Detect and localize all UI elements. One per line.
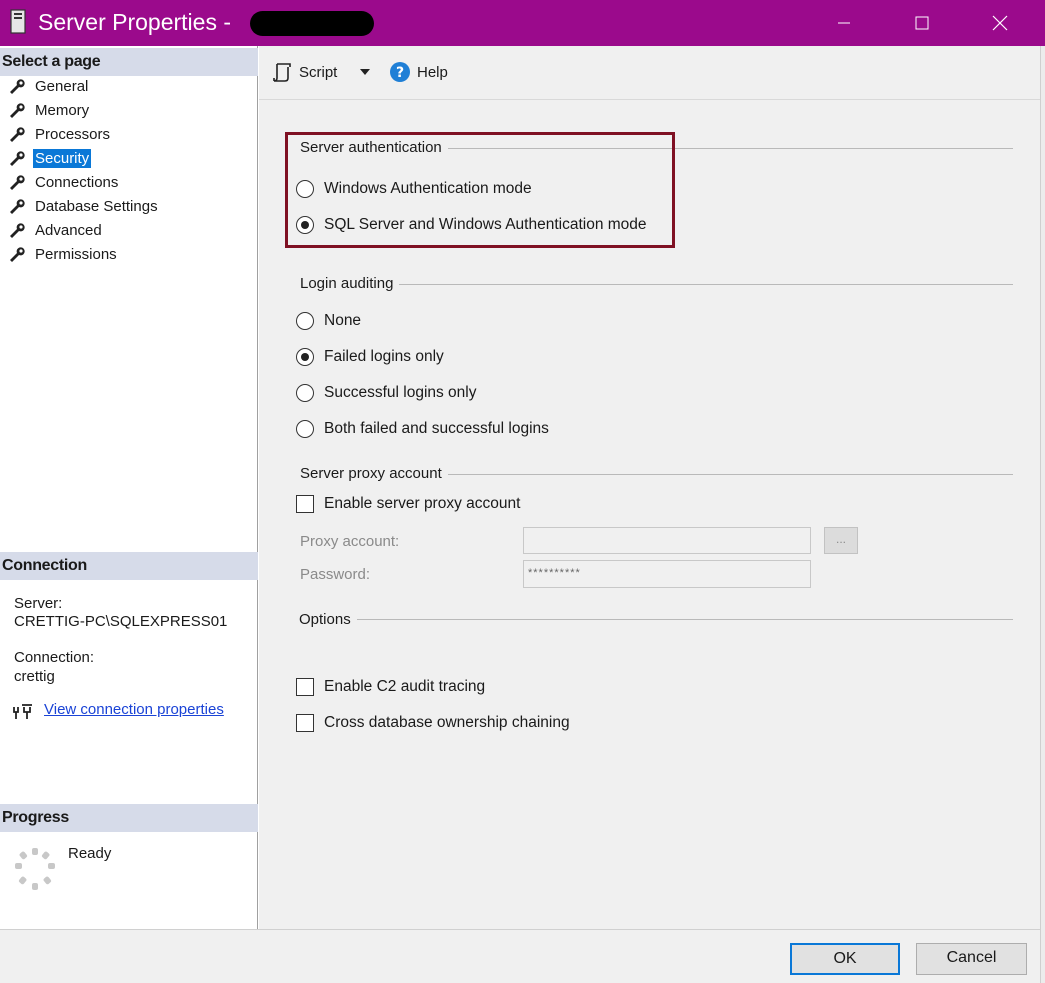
option-label: Failed logins only <box>324 348 444 365</box>
connection-label: Connection: <box>14 649 95 666</box>
script-button[interactable]: Script <box>271 60 337 84</box>
page-item-security[interactable]: Security <box>8 147 92 169</box>
progress-status: Ready <box>68 845 112 862</box>
progress-spinner-icon <box>15 848 55 890</box>
password-label: Password: <box>300 566 371 583</box>
page-item-general[interactable]: General <box>8 75 90 97</box>
script-label: Script <box>299 63 338 81</box>
progress-header: Progress <box>0 804 258 832</box>
server-value: CRETTIG-PC\SQLEXPRESS01 <box>14 613 228 630</box>
c2-audit-checkbox[interactable]: Enable C2 audit tracing <box>296 678 485 696</box>
wrench-icon <box>10 247 25 262</box>
proxy-account-label: Proxy account: <box>300 533 400 550</box>
option-label: Successful logins only <box>324 384 477 401</box>
help-button[interactable]: ? Help <box>389 60 448 84</box>
auditing-none-radio[interactable]: None <box>296 312 361 330</box>
page-label: Advanced <box>35 221 102 239</box>
cross-db-ownership-checkbox[interactable]: Cross database ownership chaining <box>296 714 570 732</box>
left-pane: Select a page General Memory Processors … <box>0 46 258 929</box>
help-icon: ? <box>390 62 410 82</box>
wrench-icon <box>10 103 25 118</box>
option-label: Cross database ownership chaining <box>324 714 570 731</box>
connection-header: Connection <box>0 552 258 580</box>
auditing-successful-radio[interactable]: Successful logins only <box>296 384 477 402</box>
login-auditing-title: Login auditing <box>300 275 400 292</box>
svg-text:?: ? <box>396 65 404 81</box>
page-item-advanced[interactable]: Advanced <box>8 219 104 241</box>
radio-indicator <box>296 420 314 438</box>
cancel-button[interactable]: Cancel <box>916 943 1027 975</box>
page-label: Memory <box>35 101 90 119</box>
select-page-header: Select a page <box>0 48 258 76</box>
checkbox-indicator <box>296 714 314 732</box>
page-label: Connections <box>35 173 119 191</box>
options-title: Options <box>299 611 357 628</box>
password-field[interactable]: ********** <box>523 560 811 588</box>
close-icon <box>992 15 1008 31</box>
server-label: Server: <box>14 595 63 612</box>
script-icon <box>273 63 291 82</box>
connection-value: crettig <box>14 668 55 685</box>
close-button[interactable] <box>960 0 1040 46</box>
highlight-box <box>285 132 675 248</box>
maximize-button[interactable] <box>882 0 962 46</box>
proxy-title: Server proxy account <box>300 465 448 482</box>
server-icon <box>10 9 26 34</box>
redacted-server-name <box>250 11 374 36</box>
group-divider <box>300 619 1013 620</box>
auditing-failed-radio[interactable]: Failed logins only <box>296 348 444 366</box>
ok-button[interactable]: OK <box>790 943 900 975</box>
help-label: Help <box>417 63 448 81</box>
auditing-both-radio[interactable]: Both failed and successful logins <box>296 420 549 438</box>
minimize-icon <box>838 22 850 24</box>
window-title: Server Properties - <box>38 9 232 35</box>
page-label: General <box>35 77 89 95</box>
page-label: Security <box>33 148 92 168</box>
minimize-button[interactable] <box>804 0 884 46</box>
page-label: Processors <box>35 125 111 143</box>
page-item-database-settings[interactable]: Database Settings <box>8 195 160 217</box>
page-label: Permissions <box>35 245 117 263</box>
radio-indicator <box>296 348 314 366</box>
proxy-account-field[interactable] <box>523 527 811 554</box>
wrench-icon <box>10 175 25 190</box>
wrench-icon <box>10 223 25 238</box>
option-label: Enable C2 audit tracing <box>324 678 486 695</box>
page-item-permissions[interactable]: Permissions <box>8 243 119 265</box>
wrench-icon <box>10 199 25 214</box>
title-bar: Server Properties - <box>0 0 1045 46</box>
page-item-processors[interactable]: Processors <box>8 123 112 145</box>
window-edge <box>1040 46 1045 983</box>
view-connection-properties-link[interactable]: View connection properties <box>44 701 224 718</box>
checkbox-indicator <box>296 678 314 696</box>
option-label: Both failed and successful logins <box>324 420 549 437</box>
dropdown-arrow-icon <box>360 69 370 75</box>
radio-indicator <box>296 312 314 330</box>
wrench-icon <box>10 127 25 142</box>
page-item-memory[interactable]: Memory <box>8 99 91 121</box>
script-dropdown-button[interactable] <box>359 60 371 84</box>
option-label: Enable server proxy account <box>324 495 521 512</box>
radio-indicator <box>296 384 314 402</box>
page-item-connections[interactable]: Connections <box>8 171 120 193</box>
page-label: Database Settings <box>35 197 158 215</box>
enable-proxy-checkbox[interactable]: Enable server proxy account <box>296 495 520 513</box>
wrench-icon <box>10 79 25 94</box>
toolbar: Script ? Help <box>259 46 1040 100</box>
wrench-icon <box>10 151 25 166</box>
group-divider <box>300 284 1013 285</box>
option-label: None <box>324 312 362 329</box>
checkbox-indicator <box>296 495 314 513</box>
browse-proxy-button[interactable]: ... <box>824 527 858 554</box>
connection-properties-icon <box>13 704 32 719</box>
maximize-icon <box>915 16 929 30</box>
